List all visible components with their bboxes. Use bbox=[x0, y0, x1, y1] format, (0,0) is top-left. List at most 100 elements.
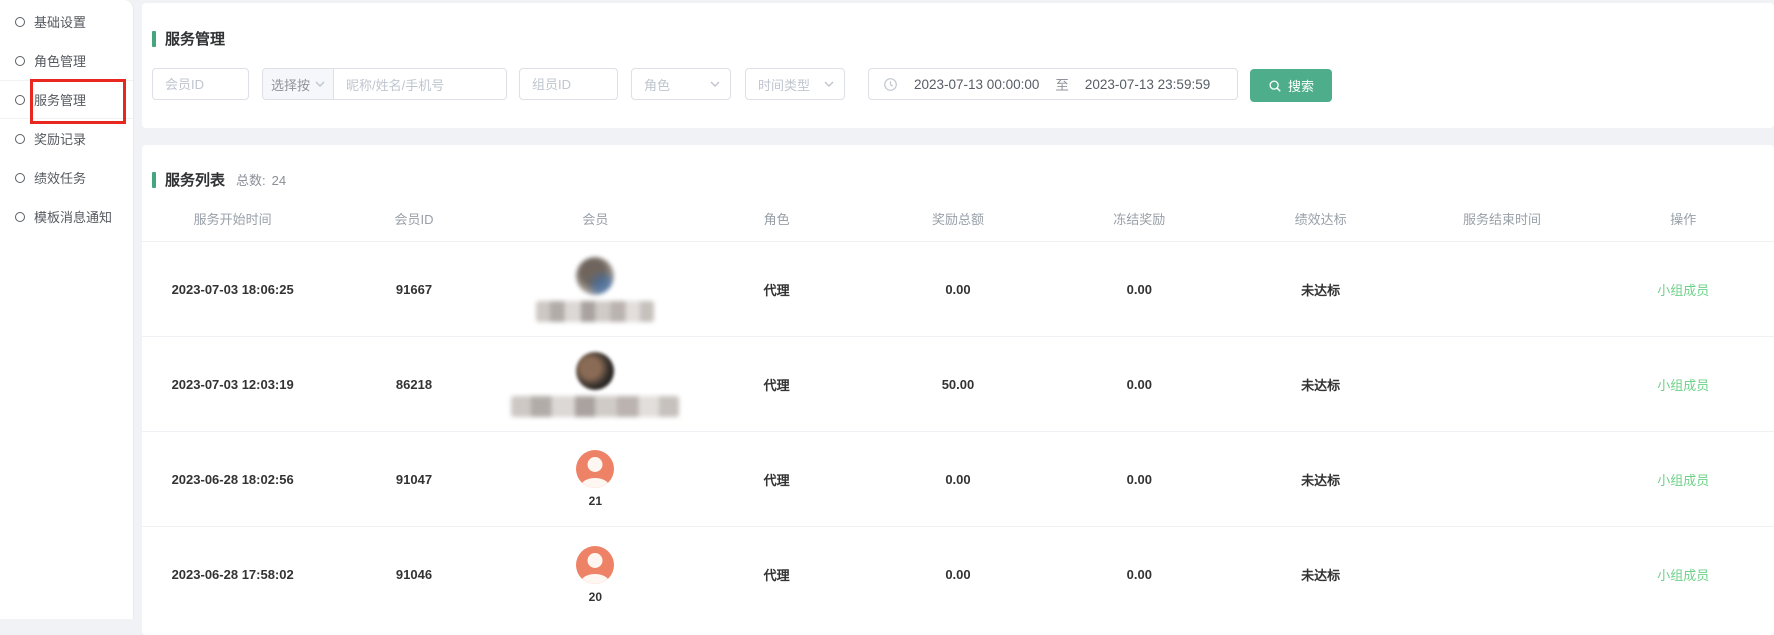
sidebar-item-reward-records[interactable]: 奖励记录 bbox=[0, 119, 133, 158]
service-table: 服务开始时间 会员ID 会员 角色 奖励总额 冻结奖励 绩效达标 服务结束时间 … bbox=[142, 195, 1774, 622]
cell-start-time: 2023-06-28 17:58:02 bbox=[142, 567, 323, 582]
sidebar-item-basic-settings[interactable]: 基础设置 bbox=[0, 2, 133, 41]
cell-member: 21 bbox=[505, 450, 686, 508]
col-role: 角色 bbox=[686, 209, 867, 228]
group-members-link[interactable]: 小组成员 bbox=[1593, 470, 1774, 489]
sidebar-item-template-message-notify[interactable]: 模板消息通知 bbox=[0, 197, 133, 236]
chevron-down-icon bbox=[315, 81, 325, 87]
sidebar: 基础设置 角色管理 服务管理 奖励记录 绩效任务 模板消息通知 bbox=[0, 0, 134, 619]
sidebar-item-performance-tasks[interactable]: 绩效任务 bbox=[0, 158, 133, 197]
table-header-row: 服务开始时间 会员ID 会员 角色 奖励总额 冻结奖励 绩效达标 服务结束时间 … bbox=[142, 195, 1774, 242]
sidebar-item-role-management[interactable]: 角色管理 bbox=[0, 41, 133, 80]
cell-role: 代理 bbox=[686, 470, 867, 489]
table-row: 2023-07-03 18:06:25 91667 代理 0.00 0.00 未… bbox=[142, 242, 1774, 337]
sidebar-item-label: 基础设置 bbox=[34, 12, 86, 31]
radio-circle-icon bbox=[15, 56, 25, 66]
clock-icon bbox=[883, 77, 898, 92]
group-member-id-input[interactable] bbox=[519, 68, 618, 100]
radio-circle-icon bbox=[15, 173, 25, 183]
cell-role: 代理 bbox=[686, 280, 867, 299]
time-type-select[interactable]: 时间类型 bbox=[745, 68, 845, 100]
cell-reward-total: 50.00 bbox=[867, 377, 1048, 392]
default-avatar-icon bbox=[576, 450, 614, 488]
filter-card: 服务管理 选择按 角色 时间类型 bbox=[142, 3, 1774, 128]
cell-member-id: 91046 bbox=[323, 567, 504, 582]
cell-member-id: 91047 bbox=[323, 472, 504, 487]
sidebar-item-label: 服务管理 bbox=[34, 90, 86, 109]
cell-frozen-reward: 0.00 bbox=[1049, 472, 1230, 487]
date-end-value: 2023-07-13 23:59:59 bbox=[1085, 77, 1210, 92]
table-row: 2023-06-28 17:58:02 91046 20 代理 0.00 0.0… bbox=[142, 527, 1774, 622]
table-row: 2023-07-03 12:03:19 86218 代理 50.00 0.00 … bbox=[142, 337, 1774, 432]
title-accent-bar bbox=[152, 31, 156, 47]
blurred-member-name bbox=[536, 301, 654, 322]
cell-performance: 未达标 bbox=[1230, 280, 1411, 299]
avatar bbox=[576, 257, 614, 295]
date-start-value: 2023-07-13 00:00:00 bbox=[914, 77, 1039, 92]
sidebar-item-label: 绩效任务 bbox=[34, 168, 86, 187]
group-members-link[interactable]: 小组成员 bbox=[1593, 375, 1774, 394]
radio-circle-icon bbox=[15, 95, 25, 105]
radio-circle-icon bbox=[15, 17, 25, 27]
member-name: 21 bbox=[589, 494, 602, 508]
member-id-input[interactable] bbox=[152, 68, 249, 100]
sidebar-menu: 基础设置 角色管理 服务管理 奖励记录 绩效任务 模板消息通知 bbox=[0, 0, 133, 236]
cell-performance: 未达标 bbox=[1230, 375, 1411, 394]
col-member: 会员 bbox=[505, 209, 686, 228]
cell-reward-total: 0.00 bbox=[867, 282, 1048, 297]
cell-frozen-reward: 0.00 bbox=[1049, 282, 1230, 297]
cell-start-time: 2023-06-28 18:02:56 bbox=[142, 472, 323, 487]
avatar bbox=[576, 352, 614, 390]
group-members-link[interactable]: 小组成员 bbox=[1593, 565, 1774, 584]
radio-circle-icon bbox=[15, 212, 25, 222]
search-button[interactable]: 搜索 bbox=[1250, 69, 1332, 102]
nickname-filter-group: 选择按 bbox=[262, 68, 507, 100]
col-performance: 绩效达标 bbox=[1230, 209, 1411, 228]
col-end-time: 服务结束时间 bbox=[1411, 209, 1592, 228]
col-actions: 操作 bbox=[1593, 209, 1774, 228]
nickname-input[interactable] bbox=[334, 69, 506, 100]
cell-frozen-reward: 0.00 bbox=[1049, 377, 1230, 392]
cell-performance: 未达标 bbox=[1230, 470, 1411, 489]
cell-performance: 未达标 bbox=[1230, 565, 1411, 584]
list-total: 总数:24 bbox=[236, 170, 286, 189]
cell-member bbox=[505, 352, 686, 417]
member-name: 20 bbox=[589, 590, 602, 604]
date-range-picker[interactable]: 2023-07-13 00:00:00 至 2023-07-13 23:59:5… bbox=[868, 68, 1238, 100]
col-start-time: 服务开始时间 bbox=[142, 209, 323, 228]
radio-circle-icon bbox=[15, 134, 25, 144]
cell-member-id: 86218 bbox=[323, 377, 504, 392]
sidebar-item-label: 奖励记录 bbox=[34, 129, 86, 148]
default-avatar-icon bbox=[576, 546, 614, 584]
role-select[interactable]: 角色 bbox=[631, 68, 731, 100]
col-member-id: 会员ID bbox=[323, 209, 504, 228]
sidebar-item-label: 角色管理 bbox=[34, 51, 86, 70]
blurred-member-name bbox=[511, 396, 679, 417]
cell-role: 代理 bbox=[686, 375, 867, 394]
cell-member-id: 91667 bbox=[323, 282, 504, 297]
cell-role: 代理 bbox=[686, 565, 867, 584]
table-row: 2023-06-28 18:02:56 91047 21 代理 0.00 0.0… bbox=[142, 432, 1774, 527]
sidebar-item-service-management[interactable]: 服务管理 bbox=[0, 80, 133, 119]
col-reward-total: 奖励总额 bbox=[867, 209, 1048, 228]
cell-start-time: 2023-07-03 12:03:19 bbox=[142, 377, 323, 392]
list-title: 服务列表 总数:24 bbox=[152, 169, 286, 190]
title-accent-bar bbox=[152, 172, 156, 188]
cell-reward-total: 0.00 bbox=[867, 472, 1048, 487]
sidebar-item-label: 模板消息通知 bbox=[34, 207, 112, 226]
cell-start-time: 2023-07-03 18:06:25 bbox=[142, 282, 323, 297]
page-title: 服务管理 bbox=[152, 28, 225, 49]
cell-reward-total: 0.00 bbox=[867, 567, 1048, 582]
search-icon bbox=[1268, 79, 1282, 93]
search-by-select[interactable]: 选择按 bbox=[263, 69, 334, 99]
cell-frozen-reward: 0.00 bbox=[1049, 567, 1230, 582]
chevron-down-icon bbox=[824, 81, 834, 87]
group-members-link[interactable]: 小组成员 bbox=[1593, 280, 1774, 299]
list-total-value: 24 bbox=[272, 173, 286, 188]
service-list-card: 服务列表 总数:24 服务开始时间 会员ID 会员 角色 奖励总额 冻结奖励 绩… bbox=[142, 145, 1774, 635]
cell-member bbox=[505, 257, 686, 322]
chevron-down-icon bbox=[710, 81, 720, 87]
date-separator: 至 bbox=[1055, 74, 1069, 94]
cell-member: 20 bbox=[505, 546, 686, 604]
col-frozen-reward: 冻结奖励 bbox=[1049, 209, 1230, 228]
